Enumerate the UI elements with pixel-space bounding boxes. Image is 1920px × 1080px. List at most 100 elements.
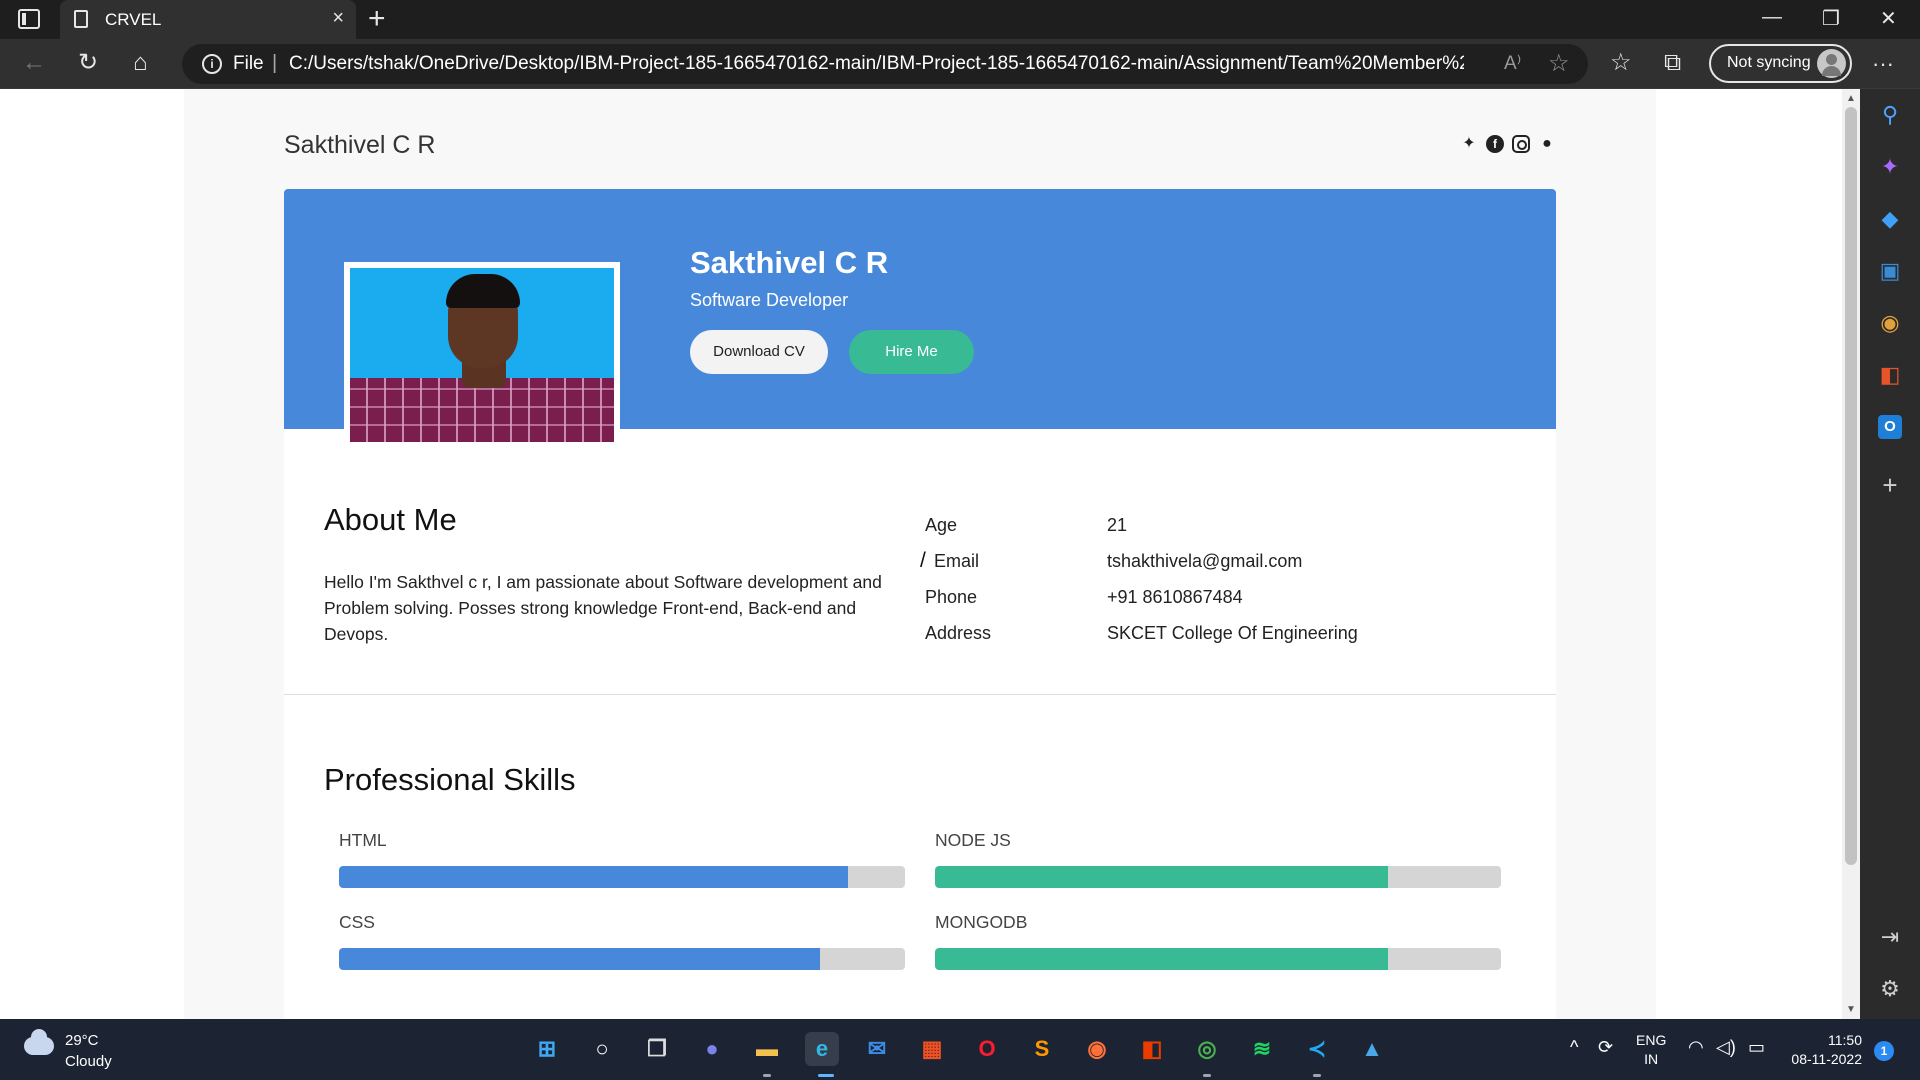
tab-title: CRVEL <box>105 10 162 29</box>
download-cv-button[interactable]: Download CV <box>690 330 828 374</box>
task-view-icon[interactable]: ❐ <box>640 1032 674 1066</box>
spotify-icon[interactable]: ≋ <box>1245 1032 1279 1066</box>
lang-top: ENG <box>1636 1032 1667 1048</box>
wifi-icon[interactable]: ◠ <box>1688 1037 1704 1058</box>
edge-sidebar: ⚲ ✦ ◆ ▣ ◉ ◧ O + ⇥ ⚙ <box>1860 89 1920 1019</box>
new-tab-button[interactable]: + <box>368 2 386 36</box>
info-value[interactable]: tshakthivela@gmail.com <box>1107 551 1302 572</box>
photos-icon[interactable]: ▲ <box>1355 1032 1389 1066</box>
add-icon[interactable]: + <box>1878 472 1902 498</box>
running-indicator <box>763 1074 771 1077</box>
page-scrollbar[interactable]: ▲ ▼ <box>1842 89 1860 1019</box>
tab-actions-icon[interactable] <box>18 9 40 29</box>
language-indicator[interactable]: ENG IN <box>1636 1031 1666 1069</box>
split-screen-icon[interactable]: ⇥ <box>1878 925 1902 949</box>
about-title: About Me <box>324 502 457 537</box>
back-icon[interactable]: ← <box>22 49 46 77</box>
scroll-down-icon[interactable]: ▼ <box>1846 1004 1856 1015</box>
info-value: +91 8610867484 <box>1107 587 1243 607</box>
clock-time: 11:50 <box>1828 1032 1862 1048</box>
clock-date: 08-11-2022 <box>1791 1051 1862 1067</box>
tab-bar: CRVEL × + — ❐ ✕ <box>0 0 1920 39</box>
games-icon[interactable]: ◉ <box>1878 311 1902 335</box>
weather-condition[interactable]: Cloudy <box>65 1053 112 1070</box>
browser-tab[interactable]: CRVEL × <box>60 0 356 39</box>
info-value: 21 <box>1107 515 1128 535</box>
about-text: Hello I'm Sakthvel c r, I am passionate … <box>324 572 882 644</box>
favorites-icon[interactable]: ☆ <box>1610 49 1632 77</box>
windows-start-icon[interactable]: ⊞ <box>530 1032 564 1066</box>
edge-icon[interactable]: e <box>805 1032 839 1066</box>
teams-chat-icon[interactable]: ● <box>695 1032 729 1066</box>
site-name[interactable]: Sakthivel C R <box>284 131 435 160</box>
github-icon[interactable]: ● <box>1538 135 1556 153</box>
store-icon[interactable]: ▦ <box>915 1032 949 1066</box>
info-label: Email <box>934 551 980 571</box>
site-info-icon[interactable]: i <box>202 54 222 74</box>
facebook-icon[interactable]: f <box>1486 135 1504 153</box>
sync-status-icon[interactable]: ⟳ <box>1598 1037 1613 1058</box>
chrome-icon[interactable]: ◎ <box>1190 1032 1224 1066</box>
sublime-icon[interactable]: S <box>1025 1032 1059 1066</box>
office-app-icon[interactable]: ◧ <box>1135 1032 1169 1066</box>
skill-label: HTML <box>339 830 387 850</box>
skill-fill <box>339 948 821 970</box>
tab-close-icon[interactable]: × <box>332 7 344 30</box>
maximize-icon[interactable]: ❐ <box>1822 6 1840 31</box>
file-explorer-icon[interactable]: ▬ <box>750 1032 784 1066</box>
more-menu-icon[interactable]: ··· <box>1872 51 1894 77</box>
instagram-icon[interactable] <box>1512 135 1530 153</box>
hire-me-button[interactable]: Hire Me <box>849 330 974 374</box>
home-icon[interactable]: ⌂ <box>133 49 148 77</box>
address-url[interactable]: C:/Users/tshak/OneDrive/Desktop/IBM-Proj… <box>289 53 1464 75</box>
outlook-icon[interactable]: O <box>1878 415 1902 439</box>
address-bar[interactable]: i File | C:/Users/tshak/OneDrive/Desktop… <box>182 44 1588 84</box>
hero-banner: Sakthivel C R Software Developer Downloa… <box>284 189 1556 448</box>
read-aloud-icon[interactable]: A⁾ <box>1504 52 1521 75</box>
firefox-icon[interactable]: ◉ <box>1080 1032 1114 1066</box>
skill-fill <box>935 866 1388 888</box>
sync-label: Not syncing <box>1727 54 1811 71</box>
info-prefix: / <box>920 549 926 572</box>
skill-label: NODE JS <box>935 830 1011 850</box>
skill-mongodb: MONGODB <box>935 912 1501 970</box>
skill-track <box>935 948 1501 970</box>
copilot-icon[interactable]: ✦ <box>1878 155 1902 179</box>
battery-icon[interactable]: ▭ <box>1748 1037 1765 1058</box>
screen: CRVEL × + — ❐ ✕ ← ↻ ⌂ i File | C:/Users/… <box>0 0 1920 1080</box>
skills-title: Professional Skills <box>324 762 576 797</box>
hero-role: Software Developer <box>690 290 849 310</box>
tools-icon[interactable]: ▣ <box>1878 259 1902 283</box>
search-icon[interactable]: ○ <box>585 1032 619 1066</box>
volume-icon[interactable]: ◁) <box>1716 1037 1736 1058</box>
info-value: SKCET College Of Engineering <box>1107 623 1358 643</box>
clock[interactable]: 11:50 08-11-2022 <box>1790 1031 1862 1069</box>
collections-icon[interactable]: ⧉ <box>1664 49 1681 77</box>
tray-chevron-icon[interactable]: ^ <box>1570 1037 1578 1058</box>
search-icon[interactable]: ⚲ <box>1878 103 1902 127</box>
weather-temp[interactable]: 29°C <box>65 1032 99 1049</box>
scroll-thumb[interactable] <box>1845 107 1857 865</box>
skill-fill <box>339 866 849 888</box>
opera-icon[interactable]: O <box>970 1032 1004 1066</box>
settings-icon[interactable]: ⚙ <box>1878 977 1902 1001</box>
scroll-up-icon[interactable]: ▲ <box>1846 93 1856 104</box>
sync-button[interactable]: Not syncing <box>1709 44 1852 83</box>
skill-track <box>935 866 1501 888</box>
skill-nodejs: NODE JS <box>935 830 1501 888</box>
notification-badge[interactable]: 1 <box>1874 1041 1894 1061</box>
minimize-icon[interactable]: — <box>1762 6 1782 29</box>
reload-icon[interactable]: ↻ <box>78 49 98 77</box>
mail-icon[interactable]: ✉ <box>860 1032 894 1066</box>
cloud-icon[interactable] <box>24 1029 54 1055</box>
profile-photo <box>350 268 614 442</box>
skill-label: CSS <box>339 912 375 932</box>
close-window-icon[interactable]: ✕ <box>1880 6 1897 31</box>
shopping-icon[interactable]: ◆ <box>1878 207 1902 231</box>
vscode-icon[interactable]: ≺ <box>1300 1032 1334 1066</box>
page-icon <box>74 10 88 28</box>
twitter-icon[interactable]: ✦ <box>1460 135 1478 153</box>
lang-bottom: IN <box>1644 1051 1659 1067</box>
add-favorite-icon[interactable]: ☆ <box>1548 49 1570 78</box>
office-icon[interactable]: ◧ <box>1878 363 1902 387</box>
